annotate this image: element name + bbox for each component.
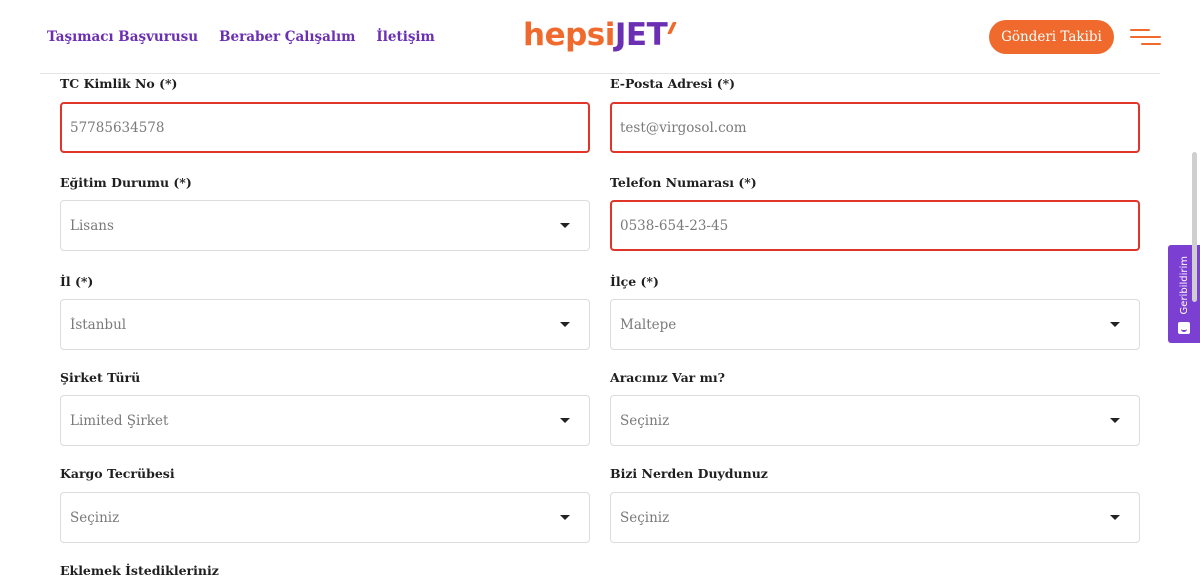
dropdown-caret-icon [560,418,570,423]
dropdown-caret-icon [1110,418,1120,423]
additional-notes-label: Eklemek İstedikleriniz [60,563,219,578]
referral-source-select[interactable]: Seçiniz [610,492,1140,543]
scrollbar-thumb[interactable] [1192,152,1197,302]
dropdown-caret-icon [1110,322,1120,327]
referral-source-label: Bizi Nerden Duydunuz [610,466,768,481]
hepsijet-logo[interactable]: hepsiJET [523,16,678,54]
education-label: Eğitim Durumu (*) [60,175,192,190]
district-label: İlçe (*) [610,274,659,289]
company-type-select[interactable]: Limited Şirket [60,395,590,446]
nav-item-carrier-application[interactable]: Taşımacı Başvurusu [47,29,198,45]
dropdown-caret-icon [560,515,570,520]
tc-id-input[interactable]: 57785634578 [60,102,590,153]
nav-item-work-together[interactable]: Beraber Çalışalım [219,29,355,45]
email-input[interactable]: test@virgosol.com [610,102,1140,153]
phone-input[interactable]: 0538-654-23-45 [610,200,1140,251]
education-select[interactable]: Lisans [60,200,590,251]
company-type-value: Limited Şirket [70,412,169,429]
top-nav: Taşımacı Başvurusu Beraber Çalışalım İle… [47,29,435,45]
phone-value: 0538-654-23-45 [620,217,729,234]
dropdown-caret-icon [560,223,570,228]
feedback-label: Geribildirim [1178,255,1190,314]
cargo-experience-value: Seçiniz [70,509,120,526]
vehicle-label: Aracınız Var mı? [610,370,725,385]
logo-text-jet: JET [614,17,668,53]
city-label: İl (*) [60,274,94,289]
shipment-tracking-button[interactable]: Gönderi Takibi [989,20,1114,54]
menu-bar [1130,29,1150,31]
feedback-smiley-icon [1178,322,1190,334]
hamburger-menu-icon[interactable] [1130,27,1161,47]
dropdown-caret-icon [560,322,570,327]
logo-text-hepsi: hepsi [523,17,615,53]
vehicle-select[interactable]: Seçiniz [610,395,1140,446]
district-select[interactable]: Maltepe [610,299,1140,350]
phone-label: Telefon Numarası (*) [610,175,757,190]
city-select[interactable]: İstanbul [60,299,590,350]
company-type-label: Şirket Türü [60,370,141,385]
dropdown-caret-icon [1110,515,1120,520]
header-divider [40,73,1160,74]
tc-id-value: 57785634578 [70,119,165,136]
district-value: Maltepe [620,316,677,333]
tc-id-label: TC Kimlik No (*) [60,76,178,91]
logo-accent-mark [667,22,678,34]
education-value: Lisans [70,217,114,234]
vehicle-value: Seçiniz [620,412,670,429]
referral-source-value: Seçiniz [620,509,670,526]
nav-item-contact[interactable]: İletişim [376,29,434,45]
email-value: test@virgosol.com [620,119,747,136]
menu-bar [1130,36,1161,38]
cargo-experience-select[interactable]: Seçiniz [60,492,590,543]
email-label: E-Posta Adresi (*) [610,76,736,91]
city-value: İstanbul [70,316,127,333]
site-header: Taşımacı Başvurusu Beraber Çalışalım İle… [0,0,1200,74]
cargo-experience-label: Kargo Tecrübesi [60,466,175,481]
menu-bar [1141,43,1161,45]
